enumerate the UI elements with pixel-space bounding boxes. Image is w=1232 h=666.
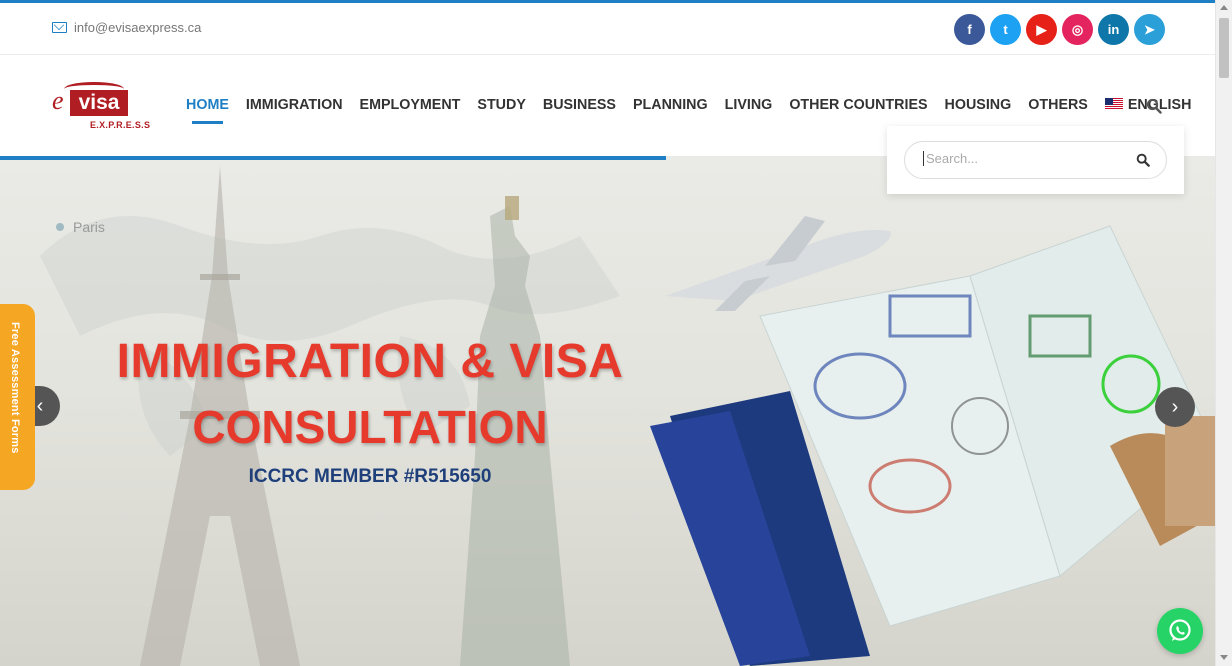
hero-headline-line-1: IMMIGRATION & VISA xyxy=(116,335,624,388)
search-icon[interactable] xyxy=(1146,98,1162,114)
search-input[interactable] xyxy=(923,151,1113,166)
whatsapp-chat-button[interactable] xyxy=(1157,608,1203,654)
logo-prefix: e xyxy=(52,86,64,115)
uk-flag-icon xyxy=(1104,98,1123,110)
logo-subtitle: E.X.P.R.E.S.S xyxy=(90,120,151,130)
nav-item-others[interactable]: OTHERS xyxy=(1028,97,1088,113)
free-assessment-label: Free Assessment Forms xyxy=(9,322,21,454)
twitter-icon[interactable]: t xyxy=(990,14,1021,45)
email-text: info@evisaexpress.ca xyxy=(74,20,202,35)
scroll-down-arrow[interactable] xyxy=(1220,655,1228,660)
scrollbar-thumb[interactable] xyxy=(1219,18,1229,78)
evisa-express-logo[interactable]: visa e E.X.P.R.E.S.S xyxy=(52,82,157,132)
map-label-paris: Paris xyxy=(56,219,105,235)
hero-slider: Paris IMMIGRATION & VISA CONSULTATION IC… xyxy=(0,156,1215,666)
map-dot-icon xyxy=(56,223,64,231)
slider-next-button[interactable]: › xyxy=(1155,387,1195,427)
telegram-icon[interactable]: ➤ xyxy=(1134,14,1165,45)
nav-item-home[interactable]: HOME xyxy=(186,97,229,124)
contact-email[interactable]: info@evisaexpress.ca xyxy=(52,20,201,35)
youtube-icon[interactable]: ▶ xyxy=(1026,14,1057,45)
search-submit-icon[interactable] xyxy=(1136,153,1150,167)
instagram-icon[interactable]: ◎ xyxy=(1062,14,1093,45)
nav-item-employment[interactable]: EMPLOYMENT xyxy=(360,97,461,113)
logo-visa: visa xyxy=(70,90,128,116)
facebook-icon[interactable]: f xyxy=(954,14,985,45)
scroll-up-arrow[interactable] xyxy=(1220,5,1228,10)
nav-item-living[interactable]: LIVING xyxy=(725,97,773,113)
main-nav: HOME IMMIGRATION EMPLOYMENT STUDY BUSINESS PL… xyxy=(186,97,1208,124)
search-dropdown xyxy=(887,126,1184,194)
nav-item-other-countries[interactable]: OTHER COUNTRIES xyxy=(789,97,927,113)
search-field xyxy=(904,141,1167,179)
nav-item-housing[interactable]: HOUSING xyxy=(945,97,1012,113)
social-links: f t ▶ ◎ in ➤ xyxy=(954,14,1165,45)
whatsapp-icon xyxy=(1169,619,1191,641)
iccrc-member-number: ICCRC MEMBER #R515650 xyxy=(248,466,492,487)
hero-headline-line-2: CONSULTATION xyxy=(192,401,548,453)
envelope-icon xyxy=(52,22,67,33)
slider-progress-bar xyxy=(0,156,666,160)
free-assessment-tab[interactable]: Free Assessment Forms xyxy=(0,304,35,490)
page-scrollbar[interactable] xyxy=(1215,0,1232,666)
nav-item-business[interactable]: BUSINESS xyxy=(543,97,616,113)
linkedin-icon[interactable]: in xyxy=(1098,14,1129,45)
top-bar: info@evisaexpress.ca f t ▶ ◎ in ➤ xyxy=(0,3,1215,55)
nav-item-planning[interactable]: PLANNING xyxy=(633,97,708,113)
nav-item-study[interactable]: STUDY xyxy=(477,97,525,113)
map-label-text: Paris xyxy=(73,219,105,235)
nav-item-immigration[interactable]: IMMIGRATION xyxy=(246,97,343,113)
